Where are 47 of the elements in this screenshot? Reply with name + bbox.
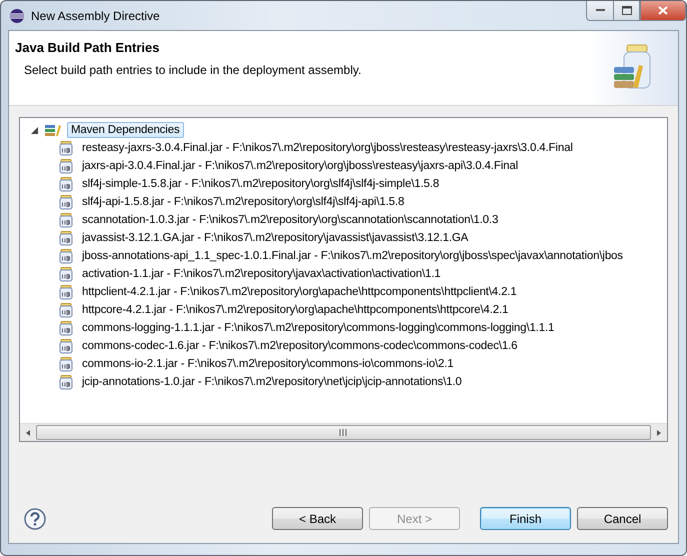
tree-item[interactable]: commons-logging-1.1.1.jar - F:\nikos7\.m2\repository\commons-logging\commons-logging\1.1.1 — [78, 320, 558, 336]
jar-icon — [59, 158, 73, 174]
tree-item[interactable]: slf4j-simple-1.5.8.jar - F:\nikos7\.m2\repository\org\slf4j\slf4j-simple\1.5.8 — [78, 176, 444, 192]
tree-item[interactable]: jboss-annotations-api_1.1_spec-1.0.1.Final.jar - F:\nikos7\.m2\repository\org\jboss\spec\javax\annotation\jbos — [78, 248, 627, 264]
jar-icon — [59, 230, 73, 246]
window-title: New Assembly Directive — [31, 8, 161, 22]
tree-item[interactable]: jaxrs-api-3.0.4.Final.jar - F:\nikos7\.m2\repository\org\jboss\resteasy\jaxrs-api\3.0.4.Final — [78, 158, 522, 174]
help-icon[interactable] — [24, 508, 46, 530]
library-icon — [44, 123, 62, 137]
default-dialog-button[interactable]: Finish — [480, 507, 571, 530]
jar-icon — [59, 374, 73, 390]
tree-item[interactable]: activation-1.1.jar - F:\nikos7\.m2\repository\javax\activation\activation\1.1 — [78, 266, 445, 282]
tree-item[interactable]: httpclient-4.2.1.jar - F:\nikos7\.m2\repository\org\apache\httpcomponents\httpclient\4.2.1 — [78, 284, 521, 300]
tree-item[interactable]: httpcore-4.2.1.jar - F:\nikos7\.m2\repository\org\apache\httpcomponents\httpcore\4.2.1 — [78, 302, 512, 318]
horizontal-scrollbar[interactable] — [20, 423, 667, 441]
jar-icon — [59, 140, 73, 156]
jar-icon — [59, 302, 73, 318]
jar-icon — [59, 266, 73, 282]
maximize-icon — [622, 6, 632, 15]
jar-icon — [59, 356, 73, 372]
jar-icon — [59, 194, 73, 210]
jar-icon — [59, 176, 73, 192]
tree-item[interactable]: Maven Dependencies — [67, 122, 184, 138]
jar-icon — [59, 284, 73, 300]
maximize-button[interactable] — [614, 1, 640, 21]
minimize-button[interactable] — [586, 1, 614, 21]
dialog-button[interactable]: < Back — [272, 507, 363, 530]
jar-icon — [59, 338, 73, 354]
grip-icon — [339, 429, 348, 436]
page-title: Java Build Path Entries — [15, 40, 160, 55]
tree-item[interactable]: javassist-3.12.1.GA.jar - F:\nikos7\.m2\repository\javassist\javassist\3.12.1.GA — [78, 230, 472, 246]
page-description: Select build path entries to include in the deployment assembly. — [24, 63, 362, 77]
jar-icon — [59, 212, 73, 228]
tree-item[interactable]: jcip-annotations-1.0.jar - F:\nikos7\.m2\repository\net\jcip\jcip-annotations\1.0 — [78, 374, 466, 390]
minimize-icon — [596, 9, 604, 12]
tree-item[interactable]: commons-codec-1.6.jar - F:\nikos7\.m2\repository\commons-codec\commons-codec\1.6 — [78, 338, 522, 354]
tree-item[interactable]: slf4j-api-1.5.8.jar - F:\nikos7\.m2\repository\org\slf4j\slf4j-api\1.5.8 — [78, 194, 408, 210]
close-button[interactable] — [640, 1, 686, 21]
app-logo-icon — [9, 8, 25, 24]
collapse-arrow-icon[interactable] — [30, 126, 38, 134]
tree-item[interactable]: commons-io-2.1.jar - F:\nikos7\.m2\repository\commons-io\commons-io\2.1 — [78, 356, 458, 372]
close-icon — [658, 6, 668, 15]
jar-icon — [59, 320, 73, 336]
tree-item[interactable]: resteasy-jaxrs-3.0.4.Final.jar - F:\nikos7\.m2\repository\org\jboss\resteasy\resteasy-jaxrs\3.0.4.Final — [78, 140, 577, 156]
dialog-button[interactable]: Cancel — [577, 507, 668, 530]
tree-item[interactable]: scannotation-1.0.3.jar - F:\nikos7\.m2\repository\org\scannotation\scannotation\1.0.3 — [78, 212, 502, 228]
jar-icon — [59, 248, 73, 264]
